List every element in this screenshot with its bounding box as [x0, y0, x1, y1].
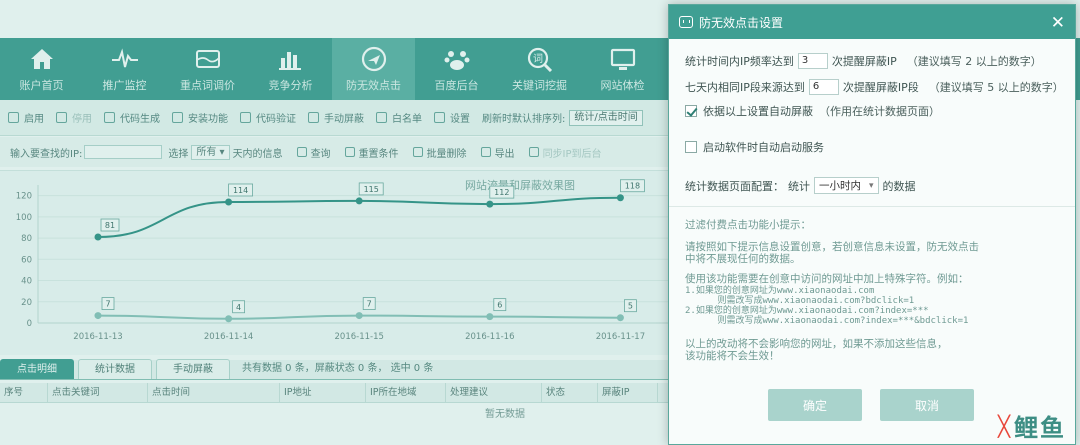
stats-config-prefix: 统计 [788, 179, 810, 193]
autostart-label: 启动软件时自动启动服务 [703, 141, 824, 154]
app-icon [679, 16, 693, 28]
tip-examples: 1.如果您的创意网址为www.xiaonaodai.com 则需改写成www.x… [685, 286, 969, 326]
autostart-checkbox[interactable] [685, 141, 697, 153]
screen: 账户首页 推广监控 重点词调价 竞争分析 防无效点击 百度后台词关键词挖掘 网站体检 启用停… [0, 0, 1080, 445]
ip-frequency-row: 统计时间内IP频率达到 3 次提醒屏蔽IP （建议填写 2 以上的数字） [685, 53, 1042, 69]
tip-note: 以上的改动将不会影响您的网址，如果不添加这些信息， 该功能将不会生效！ [685, 338, 948, 362]
auto-block-note: （作用在统计数据页面） [819, 105, 940, 118]
ip-segment-input[interactable]: 6 [808, 79, 839, 95]
ip-segment-hint: （建议填写 5 以上的数字） [928, 81, 1064, 94]
auto-block-label: 依据以上设置自动屏蔽 [703, 105, 813, 118]
logo-mark: ╳ [997, 413, 1010, 438]
tips-title: 过滤付费点击功能小提示： [685, 219, 811, 231]
settings-dialog: 防无效点击设置 ✕ 统计时间内IP频率达到 3 次提醒屏蔽IP （建议填写 2 … [668, 4, 1076, 445]
ip-frequency-suffix: 次提醒屏蔽IP [831, 55, 897, 68]
stats-config-label: 统计数据页面配置： [685, 179, 784, 193]
cancel-button[interactable]: 取消 [880, 389, 974, 421]
watermark-logo: ╳ 鲤鱼 [998, 408, 1066, 443]
logo-text: 鲤鱼 [1014, 413, 1066, 442]
tip-setup: 请按照如下提示信息设置创意，若创意信息未设置，防无效点击 中将不展现任何的数据。 [685, 241, 979, 265]
dialog-divider [669, 206, 1075, 207]
ip-frequency-hint: （建议填写 2 以上的数字） [906, 55, 1042, 68]
auto-block-checkbox[interactable] [685, 105, 697, 117]
stats-config-suffix: 的数据 [882, 179, 916, 193]
dialog-title: 防无效点击设置 [699, 15, 784, 30]
dialog-titlebar: 防无效点击设置 ✕ [669, 5, 1075, 39]
autostart-row: 启动软件时自动启动服务 [685, 139, 824, 155]
stats-period-select[interactable]: 一小时内 ▾ [814, 177, 879, 194]
ip-segment-row: 七天内相同IP段来源达到 6 次提醒屏蔽IP段 （建议填写 5 以上的数字） [685, 79, 1064, 95]
auto-block-row: 依据以上设置自动屏蔽 （作用在统计数据页面） [685, 103, 940, 119]
stats-config-row: 统计数据页面配置： 统计 一小时内 ▾ 的数据 [685, 177, 916, 194]
tip-usage: 使用该功能需要在创意中访问的网址中加上特殊字符。例如： [685, 273, 969, 285]
chevron-down-icon: ▾ [869, 180, 874, 191]
ip-segment-label: 七天内相同IP段来源达到 [685, 81, 805, 94]
close-icon[interactable]: ✕ [1051, 13, 1065, 33]
ip-frequency-input[interactable]: 3 [797, 53, 828, 69]
ok-button[interactable]: 确定 [768, 389, 862, 421]
ip-frequency-label: 统计时间内IP频率达到 [685, 55, 794, 68]
ip-segment-suffix: 次提醒屏蔽IP段 [842, 81, 919, 94]
